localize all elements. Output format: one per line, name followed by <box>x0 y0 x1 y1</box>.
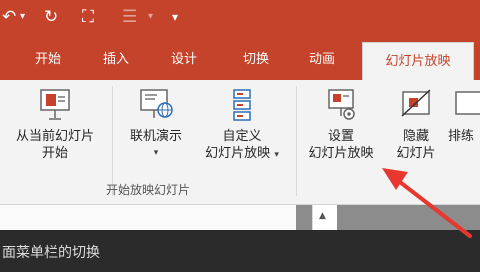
from-current-slide-button[interactable]: 从当前幻灯片 开始 <box>2 88 108 162</box>
hide-slide-label-2: 幻灯片 <box>396 146 436 161</box>
ribbon-tab-bar: 开始 插入 设计 切换 动画 幻灯片放映 <box>0 36 480 80</box>
hide-slide-button[interactable]: 隐藏 幻灯片 <box>384 88 448 162</box>
tab-transitions[interactable]: 切换 <box>232 46 280 74</box>
ribbon-panel: 从当前幻灯片 开始 联机演示 ▾ 自定义 幻灯片放映 ▾ 开始放映幻灯片 设置 … <box>0 80 480 205</box>
ribbon-separator <box>296 86 297 196</box>
rehearse-timings-label: 排练 <box>448 129 475 144</box>
custom-slide-show-label-2: 幻灯片放映 <box>205 146 271 161</box>
rehearse-timings-button[interactable]: 排练 <box>448 88 480 145</box>
scroll-up-icon[interactable]: ▲ <box>319 211 326 221</box>
present-online-dropdown-icon[interactable]: ▾ <box>116 145 196 162</box>
set-up-slide-show-label-2: 幻灯片放映 <box>308 146 374 161</box>
custom-slide-show-icon <box>233 89 251 121</box>
caption-bar: 面菜单栏的切换 <box>0 230 480 272</box>
tab-slide-show[interactable]: 幻灯片放映 <box>362 42 474 80</box>
present-online-button[interactable]: 联机演示 ▾ <box>116 88 196 162</box>
from-current-label-1: 从当前幻灯片 <box>15 129 94 144</box>
tab-insert[interactable]: 插入 <box>94 46 138 74</box>
undo-icon[interactable]: ↶ <box>2 6 16 28</box>
start-presentation-icon[interactable]: ⛶ <box>82 6 94 28</box>
list-dropdown-icon[interactable]: ▾ <box>148 6 153 28</box>
caption-text: 面菜单栏的切换 <box>2 245 100 261</box>
hide-slide-icon <box>401 89 431 117</box>
custom-slide-show-label-1: 自定义 <box>222 129 262 144</box>
undo-dropdown-icon[interactable]: ▾ <box>20 6 25 28</box>
redo-icon[interactable]: ↻ <box>44 6 58 28</box>
set-up-slide-show-button[interactable]: 设置 幻灯片放映 <box>298 88 384 162</box>
present-online-icon <box>140 89 173 118</box>
custom-slide-show-button[interactable]: 自定义 幻灯片放映 ▾ <box>190 88 294 164</box>
from-current-label-2: 开始 <box>41 146 68 161</box>
present-online-label: 联机演示 <box>129 129 182 144</box>
custom-slide-show-label-2-row: 幻灯片放映 ▾ <box>190 145 294 164</box>
quick-access-toolbar: ↶ ▾ ↻ ⛶ ☰ ▾ ▾ <box>0 0 480 36</box>
tab-design[interactable]: 设计 <box>160 46 208 74</box>
set-up-slide-show-icon <box>328 89 355 120</box>
hide-slide-label-1: 隐藏 <box>402 129 429 144</box>
custom-slide-show-dropdown-icon[interactable]: ▾ <box>274 150 279 160</box>
ribbon-separator <box>112 86 113 196</box>
group-label-start-slide-show: 开始放映幻灯片 <box>105 183 190 197</box>
tab-home[interactable]: 开始 <box>24 46 72 74</box>
tab-animations[interactable]: 动画 <box>298 46 346 74</box>
slideshow-screen-icon <box>40 89 70 120</box>
customize-toolbar-icon[interactable]: ▾ <box>172 6 178 28</box>
list-icon[interactable]: ☰ <box>122 6 137 28</box>
set-up-slide-show-label-1: 设置 <box>327 129 354 144</box>
rehearse-timings-icon <box>455 91 480 115</box>
